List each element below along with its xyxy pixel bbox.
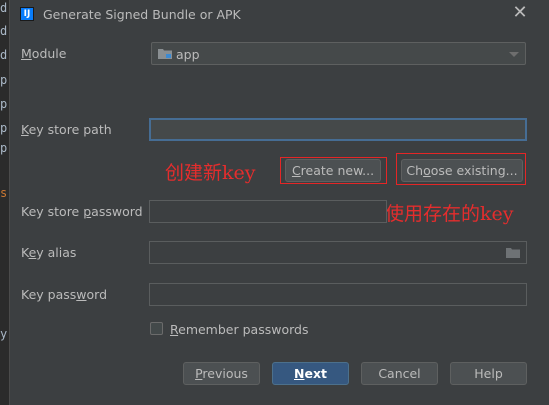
key-password-mnemonic: w — [76, 287, 87, 302]
module-value: app — [176, 47, 200, 62]
remember-passwords-label[interactable]: Remember passwords — [170, 322, 308, 337]
editor-char: p — [0, 73, 8, 87]
previous-label: revious — [202, 366, 248, 381]
cancel-button[interactable]: Cancel — [361, 362, 438, 385]
key-store-password-label-text: assword — [91, 204, 143, 219]
key-store-path-mnemonic: K — [21, 122, 29, 137]
key-store-path-input[interactable] — [149, 118, 527, 141]
key-password-label-text: ord — [86, 287, 108, 302]
key-password-input[interactable] — [149, 283, 527, 306]
editor-char: p — [0, 141, 8, 155]
key-store-password-input[interactable] — [149, 200, 387, 223]
key-password-label: Key password — [21, 287, 107, 302]
key-store-password-label: Key store password — [21, 204, 143, 219]
choose-existing-label: ose existing... — [430, 163, 518, 178]
background-editor-strip: d d d p p p p s y — [0, 0, 9, 405]
folder-module-icon — [158, 49, 172, 59]
intellij-app-icon: IJ — [20, 7, 34, 21]
key-alias-label: Key alias — [21, 245, 76, 260]
generate-signed-bundle-dialog: IJ Generate Signed Bundle or APK ✕ Modul… — [9, 0, 549, 405]
editor-char: s — [0, 186, 8, 200]
key-store-path-label-text: ey store path — [28, 122, 112, 137]
choose-existing-button[interactable]: Choose existing... — [401, 159, 523, 182]
chevron-down-icon — [509, 52, 519, 57]
remember-passwords-checkbox[interactable] — [150, 322, 163, 335]
next-button[interactable]: Next — [272, 362, 349, 385]
key-alias-label-text: y alias — [36, 245, 77, 260]
key-store-password-label-pre: Key store — [21, 204, 84, 219]
dialog-title: Generate Signed Bundle or APK — [43, 7, 241, 22]
folder-browse-icon[interactable] — [506, 247, 520, 258]
remember-passwords-mnemonic: R — [170, 322, 179, 337]
use-existing-annotation: 使用存在的key — [385, 203, 514, 225]
key-password-label-pre: Key pass — [21, 287, 77, 302]
key-alias-label-pre: K — [21, 245, 29, 260]
module-label-text: odule — [31, 46, 67, 61]
previous-button[interactable]: Previous — [183, 362, 260, 385]
next-mnemonic: N — [294, 366, 305, 381]
module-label: Module — [21, 46, 66, 61]
editor-char: p — [0, 121, 8, 135]
remember-passwords-label-text: emember passwords — [178, 322, 309, 337]
editor-char: p — [0, 97, 8, 111]
create-new-mnemonic: C — [291, 163, 301, 178]
create-new-button[interactable]: Create new... — [285, 159, 381, 182]
module-label-mnemonic: M — [21, 46, 32, 61]
choose-existing-mnemonic: o — [423, 163, 431, 178]
create-new-annotation: 创建新key — [165, 162, 256, 184]
close-icon[interactable]: ✕ — [510, 3, 530, 23]
create-new-label: reate new... — [300, 163, 375, 178]
help-button[interactable]: Help — [450, 362, 527, 385]
editor-char: d — [0, 24, 8, 38]
editor-char: d — [0, 1, 8, 15]
editor-char: y — [0, 327, 8, 341]
module-combobox[interactable]: app — [151, 42, 526, 65]
key-store-path-label: Key store path — [21, 122, 112, 137]
choose-existing-label-pre: Ch — [406, 163, 424, 178]
key-store-password-mnemonic: p — [83, 204, 92, 219]
editor-char: d — [0, 48, 8, 62]
dialog-titlebar: IJ Generate Signed Bundle or APK ✕ — [10, 0, 549, 30]
next-label: ext — [304, 366, 327, 381]
key-alias-input[interactable] — [149, 241, 527, 264]
